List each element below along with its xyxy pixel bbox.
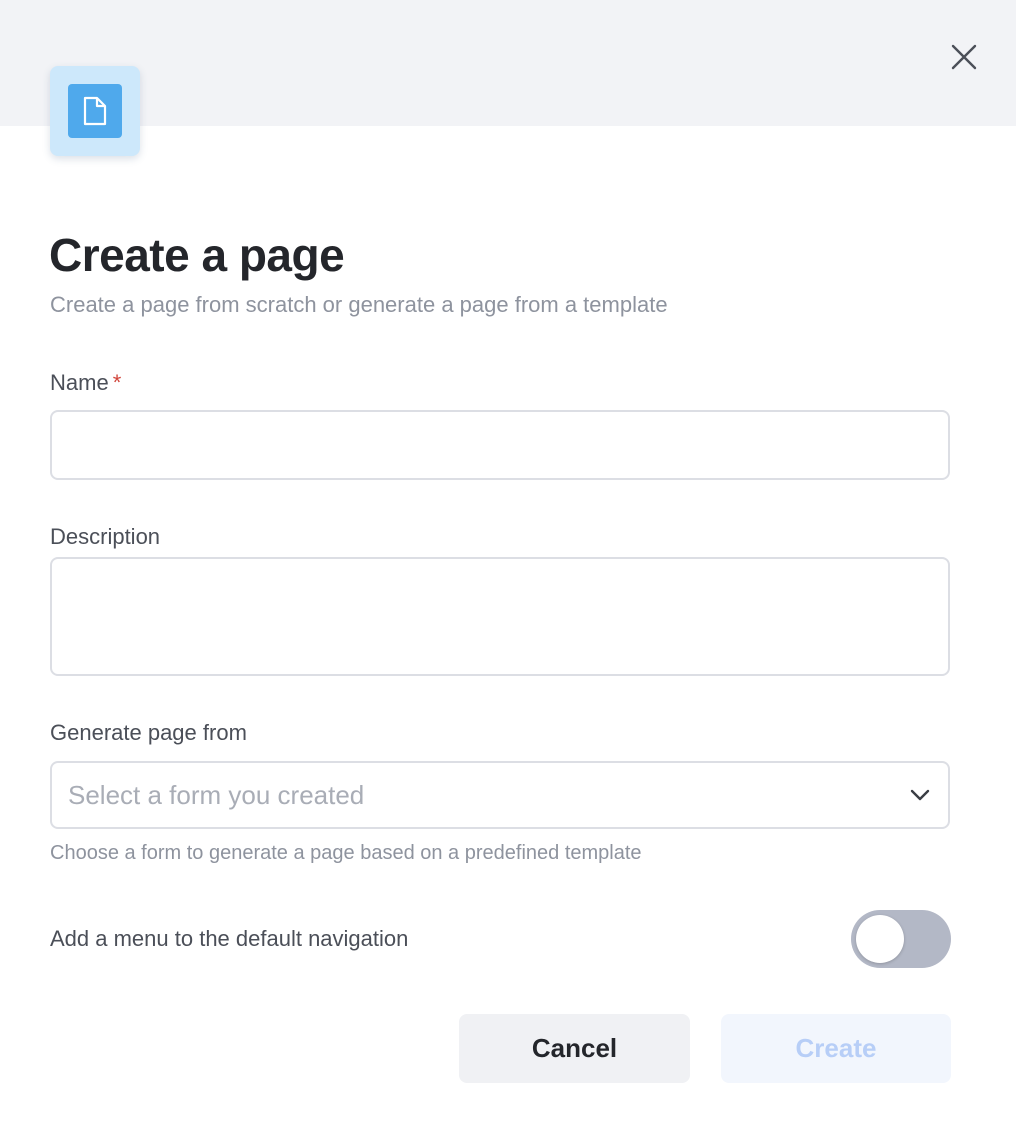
generate-from-help: Choose a form to generate a page based o…: [50, 842, 642, 864]
description-label: Description: [50, 524, 161, 549]
add-menu-toggle[interactable]: [851, 910, 951, 968]
toggle-knob: [856, 915, 904, 963]
dialog-title: Create a page: [49, 229, 345, 281]
close-icon: [951, 44, 977, 70]
form-select[interactable]: Select a form you created: [50, 761, 950, 829]
dialog-header-band: [0, 0, 1016, 126]
page-icon-badge: [50, 66, 140, 156]
name-label: Name *: [50, 370, 121, 396]
chevron-down-icon: [908, 783, 932, 807]
page-icon-tile: [68, 84, 122, 138]
page-icon: [83, 96, 107, 126]
name-input[interactable]: [50, 410, 950, 480]
form-select-placeholder: Select a form you created: [68, 779, 365, 810]
create-page-dialog: Create a page Create a page from scratch…: [0, 0, 1016, 1144]
create-button[interactable]: Create: [721, 1014, 951, 1083]
description-textarea[interactable]: [50, 557, 950, 676]
dialog-subtitle: Create a page from scratch or generate a…: [50, 292, 668, 317]
name-label-text: Name: [50, 370, 109, 395]
required-marker: *: [112, 370, 122, 395]
cancel-button[interactable]: Cancel: [459, 1014, 690, 1083]
close-button[interactable]: [944, 37, 984, 77]
add-menu-label: Add a menu to the default navigation: [50, 926, 409, 951]
generate-from-label: Generate page from: [50, 720, 247, 745]
